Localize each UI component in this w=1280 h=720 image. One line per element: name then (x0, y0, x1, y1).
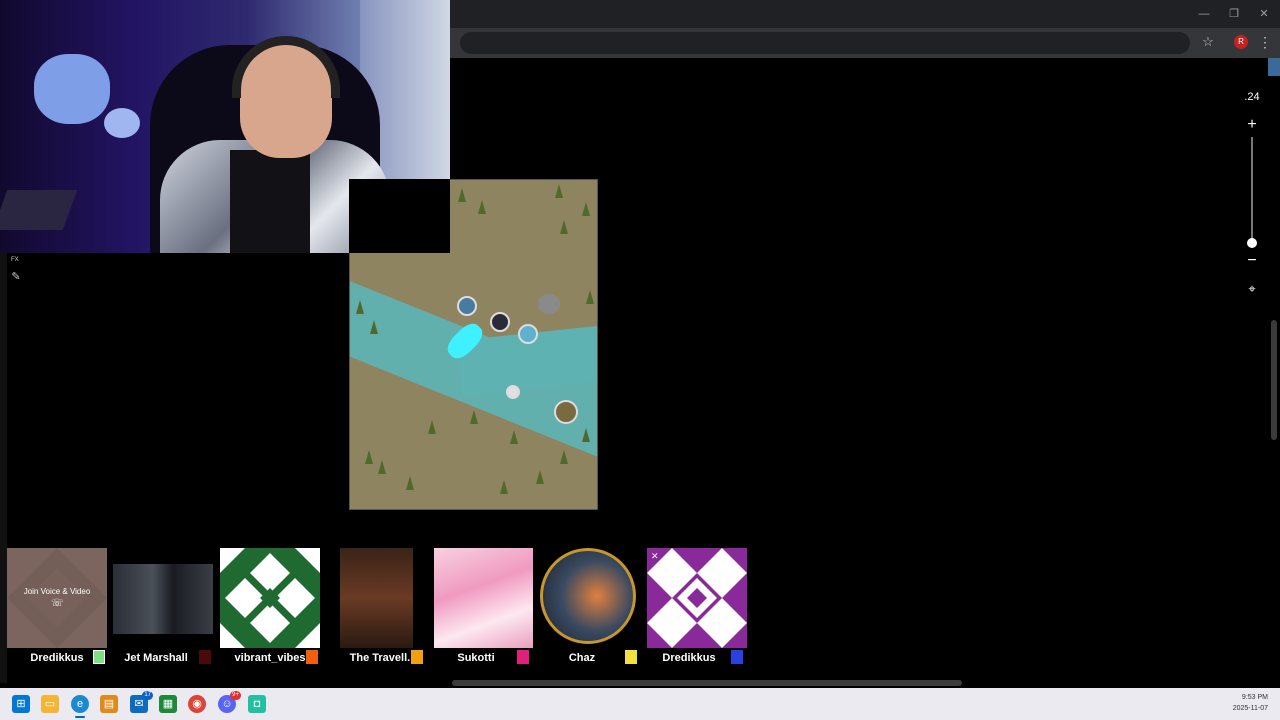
bookmark-star-icon[interactable]: ☆ (1200, 34, 1216, 50)
player-name: Dredikkus (662, 652, 716, 664)
zoom-level: .24 (1244, 91, 1260, 103)
player-portrait: ✕ (647, 548, 747, 648)
zoom-slider[interactable] (1251, 137, 1253, 247)
spreadsheet-icon[interactable]: ▦ (159, 695, 177, 713)
tree (356, 300, 364, 314)
tree (582, 428, 590, 442)
player-color-swatch (306, 650, 318, 664)
webcam-plush-toy (34, 54, 110, 124)
outlook-icon[interactable]: ✉ 17 (130, 691, 153, 713)
webcam-person-shirt (230, 150, 310, 253)
tree (560, 220, 568, 234)
vertical-scrollbar[interactable] (1271, 320, 1277, 440)
profile-avatar[interactable]: R (1234, 35, 1248, 49)
clock-date[interactable]: 2025-11-07 (1210, 705, 1268, 712)
tree (458, 188, 466, 202)
outlook-badge: 17 (142, 691, 153, 700)
zoom-out-icon[interactable]: − (1244, 253, 1260, 269)
zoom-slider-handle[interactable] (1247, 238, 1257, 248)
discord-badge: 9+ (230, 691, 241, 700)
start-icon[interactable]: ⊞ (12, 695, 30, 713)
tree (428, 420, 436, 434)
player-name: vibrant_vibes (234, 652, 306, 664)
join-call-icon[interactable]: ☏ (51, 598, 64, 610)
tree (500, 480, 508, 494)
magic-wand-icon[interactable]: ✎ (9, 270, 23, 284)
app-icon[interactable]: ◘ (248, 695, 266, 713)
map-fog (349, 179, 450, 253)
horizontal-scrollbar[interactable] (452, 680, 962, 686)
player-name: Sukotti (457, 652, 495, 664)
player-name: Dredikkus (30, 652, 84, 664)
taskbar: ⊞ ▭ e ▤ ✉ 17 ▦ ◉ ☺ 9+ ◘ (0, 688, 1280, 720)
clock-time[interactable]: 9:53 PM (1220, 694, 1268, 701)
folder-icon[interactable]: ▤ (100, 695, 118, 713)
tree (560, 450, 568, 464)
active-app-indicator (75, 716, 85, 718)
address-bar[interactable] (460, 32, 1190, 54)
edge-icon[interactable]: e (71, 695, 89, 713)
file-explorer-icon[interactable]: ▭ (41, 695, 59, 713)
player-color-swatch (199, 650, 211, 664)
player-portrait: Join Voice & Video ☏ (7, 548, 107, 648)
player-color-swatch (411, 650, 423, 664)
close-window-button[interactable]: ✕ (1252, 6, 1276, 22)
join-voice-video-button[interactable]: Join Voice & Video (7, 587, 107, 596)
recenter-icon[interactable]: ⌖ (1244, 281, 1260, 297)
tree (470, 410, 478, 424)
tree (586, 290, 594, 304)
boulder (538, 294, 560, 314)
fx-label: FX (11, 257, 19, 263)
identicon-pattern (647, 548, 747, 648)
restore-button[interactable]: ❐ (1222, 6, 1246, 22)
map-token[interactable] (490, 312, 510, 332)
player-portrait (540, 548, 636, 644)
map-token[interactable] (554, 400, 578, 424)
left-toolbar (0, 253, 7, 683)
player-portrait (220, 548, 320, 648)
player-name: Chaz (568, 652, 596, 664)
map-token[interactable] (518, 324, 538, 344)
map-token[interactable] (457, 296, 477, 316)
player-name: Jet Marshall (124, 652, 188, 664)
tree (365, 450, 373, 464)
zoom-in-icon[interactable]: + (1244, 117, 1260, 133)
webcam-desk (0, 190, 78, 230)
tree (406, 476, 414, 490)
muted-mic-icon: ✕ (651, 551, 659, 561)
tree (510, 430, 518, 444)
kebab-menu-icon[interactable]: ⋮ (1258, 33, 1272, 51)
side-panel-tab[interactable] (1268, 58, 1280, 76)
tree (536, 470, 544, 484)
tree (555, 184, 563, 198)
minimize-button[interactable]: — (1192, 6, 1216, 22)
tree (378, 460, 386, 474)
tree (478, 200, 486, 214)
player-color-swatch (93, 650, 105, 664)
player-color-swatch (517, 650, 529, 664)
discord-icon[interactable]: ☺ 9+ (218, 691, 241, 713)
player-portrait (113, 564, 213, 634)
player-color-swatch (625, 650, 637, 664)
tree (370, 320, 378, 334)
identicon-pattern (220, 548, 320, 648)
player-portrait (434, 548, 533, 648)
chrome-icon[interactable]: ◉ (188, 695, 206, 713)
tree (582, 202, 590, 216)
map-token[interactable] (506, 385, 520, 399)
player-portrait (340, 548, 413, 648)
webcam-plush-toy-small (104, 108, 140, 138)
player-color-swatch (731, 650, 743, 664)
